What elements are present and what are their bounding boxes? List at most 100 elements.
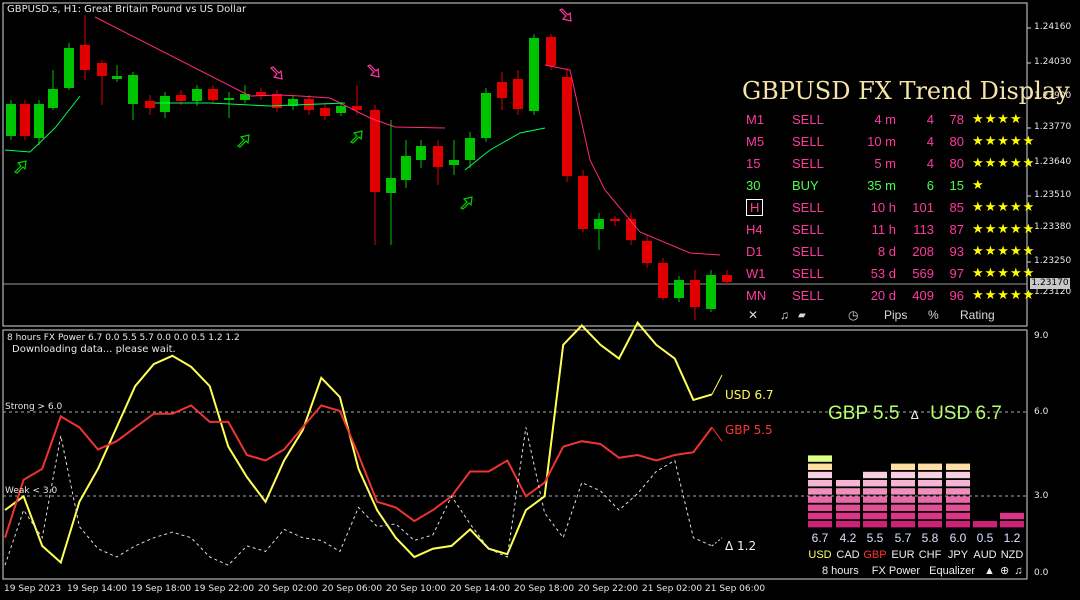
- signal-label: SELL: [792, 199, 824, 215]
- pips-value: 4: [926, 133, 934, 149]
- currency-eur[interactable]: EUR: [889, 549, 917, 561]
- timeframe-label[interactable]: H4: [746, 218, 792, 240]
- currency-aud[interactable]: AUD: [971, 549, 999, 561]
- trend-row: H SELL 10 h 101 85 ★★★★★: [746, 196, 1052, 218]
- close-icon[interactable]: ✕: [748, 308, 758, 322]
- signal-label: BUY: [792, 177, 819, 193]
- equalizer-value: 4.2: [839, 531, 857, 545]
- currency-chf[interactable]: CHF: [916, 549, 944, 561]
- power-label[interactable]: FX Power: [872, 565, 920, 577]
- time-label: 20 Sep 10:00: [386, 584, 447, 594]
- gbp-power: GBP 5.5: [828, 403, 900, 424]
- duration-value: 5 m: [874, 155, 896, 171]
- signal-label: SELL: [792, 133, 824, 149]
- time-label: 20 Sep 18:00: [514, 584, 575, 594]
- percent-value: 85: [949, 199, 964, 215]
- duration-value: 20 d: [870, 287, 896, 303]
- pips-header: Pips: [884, 308, 908, 322]
- percent-value: 96: [949, 287, 964, 303]
- pips-value: 208: [912, 243, 934, 259]
- time-label: 19 Sep 22:00: [194, 584, 255, 594]
- rating-stars: ★: [972, 177, 985, 192]
- pips-value: 409: [912, 287, 934, 303]
- triangle-icon[interactable]: ▲: [984, 565, 995, 577]
- trend-row: M1 SELL 4 m 4 78 ★★★★: [746, 108, 1052, 130]
- time-label: 19 Sep 18:00: [131, 584, 192, 594]
- equalizer-value: 5.5: [866, 531, 884, 545]
- percent-value: 87: [949, 221, 964, 237]
- gbp-line-label: GBP 5.5: [725, 423, 773, 437]
- pips-value: 101: [912, 199, 934, 215]
- equalizer-bars: [808, 455, 1024, 528]
- timeframe-label[interactable]: M1: [746, 108, 792, 130]
- pips-value: 569: [912, 265, 934, 281]
- equalizer-value: 1.2: [1003, 531, 1021, 545]
- price-tick: 1.24160: [1034, 22, 1072, 32]
- time-label: 21 Sep 06:00: [705, 584, 766, 594]
- signal-label: SELL: [792, 243, 824, 259]
- equalizer-footer: 8 hours FX Power Equalizer ▲ ⊕ ♫: [822, 564, 1023, 577]
- time-label: 20 Sep 06:00: [322, 584, 383, 594]
- signal-label: SELL: [792, 287, 824, 303]
- timeframe-label[interactable]: W1: [746, 262, 792, 284]
- time-label: 19 Sep 14:00: [67, 584, 128, 594]
- time-label: 20 Sep 14:00: [450, 584, 511, 594]
- clock-icon: ◷: [848, 308, 859, 322]
- trend-row: 30 BUY 35 m 6 15 ★: [746, 174, 1052, 196]
- music-icon[interactable]: ♫: [780, 308, 789, 322]
- trend-row: D1 SELL 8 d 208 93 ★★★★★: [746, 240, 1052, 262]
- duration-value: 4 m: [874, 111, 896, 127]
- pips-value: 4: [926, 155, 934, 171]
- equalizer-value: 0.5: [976, 531, 994, 545]
- crosshair-icon[interactable]: ⊕: [1000, 565, 1009, 577]
- strong-label: Strong > 6.0: [5, 402, 63, 412]
- timeframe-label[interactable]: M5: [746, 130, 792, 152]
- pips-value: 113: [913, 221, 934, 237]
- equalizer-value: 5.8: [921, 531, 939, 545]
- duration-value: 8 d: [877, 243, 896, 259]
- time-label: 20 Sep 02:00: [258, 584, 319, 594]
- percent-value: 15: [949, 177, 964, 193]
- timeframe-label[interactable]: MN: [746, 284, 792, 306]
- rating-header: Rating: [960, 308, 995, 322]
- usd-line-label: USD 6.7: [725, 388, 774, 402]
- currency-jpy[interactable]: JPY: [944, 549, 972, 561]
- y-tick: 3.0: [1034, 491, 1049, 501]
- trend-row: MN SELL 20 d 409 96 ★★★★★: [746, 284, 1052, 306]
- percent-value: 78: [949, 111, 964, 127]
- trend-row: W1 SELL 53 d 569 97 ★★★★★: [746, 262, 1052, 284]
- currency-usd[interactable]: USD: [806, 549, 834, 561]
- timeframe-label[interactable]: 15: [746, 152, 792, 174]
- time-label: 21 Sep 02:00: [642, 584, 703, 594]
- equalizer-value: 6.7: [811, 531, 829, 545]
- usd-power: USD 6.7: [930, 403, 1002, 424]
- rating-stars: ★★★★★: [972, 199, 1036, 214]
- trend-display-title: GBPUSD FX Trend Display: [742, 77, 1070, 105]
- currency-cad[interactable]: CAD: [834, 549, 862, 561]
- power-title: 8 hours FX Power 6.7 0.0 5.5 5.7 0.0 0.0…: [7, 333, 240, 343]
- currency-nzd[interactable]: NZD: [998, 549, 1026, 561]
- pips-value: 4: [926, 111, 934, 127]
- equalizer-label[interactable]: Equalizer: [929, 565, 975, 577]
- bell-icon[interactable]: ▰: [798, 310, 806, 321]
- percent-value: 80: [949, 133, 964, 149]
- timeframe-label[interactable]: 30: [746, 174, 792, 196]
- y-tick: 9.0: [1034, 331, 1049, 341]
- rating-stars: ★★★★★: [972, 133, 1036, 148]
- percent-value: 80: [949, 155, 964, 171]
- period-label[interactable]: 8 hours: [822, 565, 859, 577]
- signal-label: SELL: [792, 155, 824, 171]
- timeframe-label[interactable]: D1: [746, 240, 792, 262]
- status-text: Downloading data... please wait.: [12, 344, 176, 355]
- currency-gbp[interactable]: GBP: [861, 549, 889, 561]
- duration-value: 53 d: [870, 265, 896, 281]
- power-lines: [4, 320, 723, 566]
- percent-value: 93: [949, 243, 964, 259]
- timeframe-label[interactable]: H: [746, 196, 792, 218]
- weak-label: Weak < 3.0: [5, 486, 58, 496]
- y-tick: 6.0: [1034, 407, 1049, 417]
- music-icon[interactable]: ♫: [1014, 565, 1022, 577]
- duration-value: 11 h: [871, 221, 896, 237]
- pips-value: 6: [926, 177, 934, 193]
- rating-stars: ★★★★★: [972, 243, 1036, 258]
